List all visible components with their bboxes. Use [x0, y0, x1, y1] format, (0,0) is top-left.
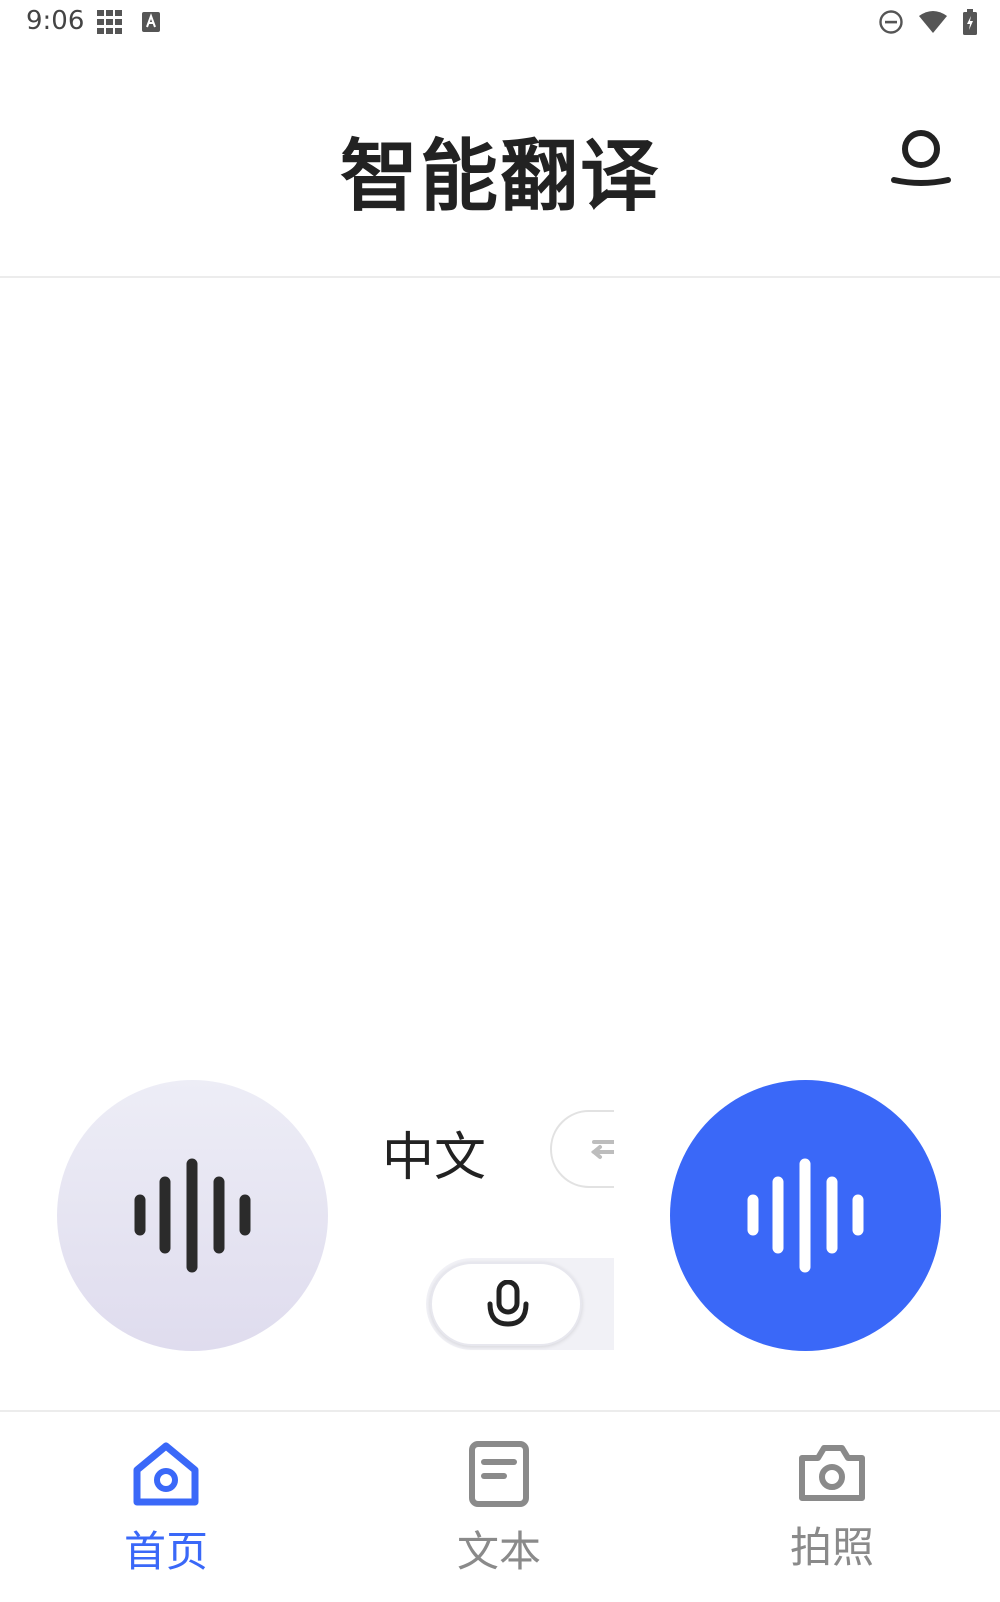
grid-icon: [97, 10, 122, 34]
status-icons: [878, 9, 978, 35]
sound-wave-icon: [747, 1158, 864, 1273]
user-icon[interactable]: [890, 128, 952, 190]
home-icon: [133, 1442, 199, 1506]
center-controls: [400, 1100, 614, 1360]
nav-item-home[interactable]: 首页: [66, 1440, 266, 1579]
bottom-nav: 首页 文本 拍照: [0, 1410, 1000, 1602]
page-title: 智能翻译: [339, 132, 660, 222]
nav-label-photo: 拍照: [789, 1523, 874, 1572]
mic-icon: [487, 1280, 529, 1327]
voice-input-toggle[interactable]: [426, 1258, 614, 1350]
swap-icon: [590, 1140, 614, 1159]
document-icon: [469, 1441, 529, 1507]
nav-label-home: 首页: [123, 1527, 208, 1576]
a-icon: [142, 12, 160, 32]
swap-language-button[interactable]: [550, 1110, 614, 1188]
status-time: 9:06: [26, 6, 85, 36]
sound-wave-icon: [134, 1158, 251, 1273]
wifi-icon: [919, 11, 947, 33]
nav-label-text: 文本: [456, 1527, 541, 1576]
status-bar: 9:06: [0, 0, 1000, 46]
dnd-icon: [879, 10, 903, 34]
app-header: 智能翻译: [0, 46, 1000, 278]
source-voice-button[interactable]: [57, 1080, 328, 1351]
nav-item-text[interactable]: 文本: [399, 1440, 599, 1579]
nav-item-photo[interactable]: 拍照: [732, 1440, 932, 1575]
camera-icon: [799, 1445, 865, 1501]
battery-icon: [963, 9, 977, 35]
mic-button[interactable]: [430, 1262, 582, 1346]
target-voice-button[interactable]: [670, 1080, 941, 1351]
